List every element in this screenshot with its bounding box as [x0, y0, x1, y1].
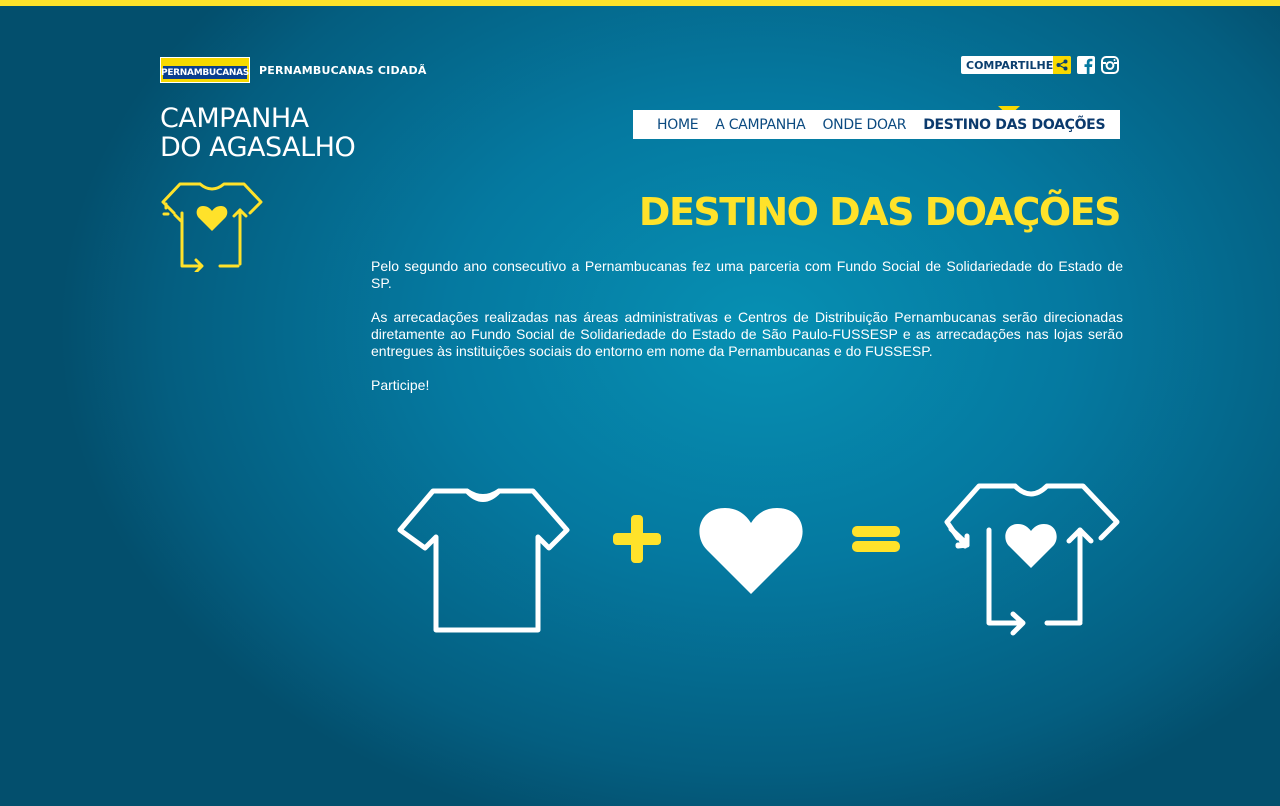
campaign-tshirt-icon: [160, 180, 264, 277]
campaign-title-line-2: DO AGASALHO: [160, 132, 356, 163]
brand-logo[interactable]: PERNAMBUCANAS PERNAMBUCANAS CIDADÃ: [160, 57, 427, 83]
plus-icon: [613, 515, 661, 563]
nav-item-onde-doar[interactable]: ONDE DOAR: [822, 117, 906, 133]
top-accent-bar: [0, 0, 1280, 6]
recycle-heart-icon: [1005, 524, 1057, 568]
nav-item-a-campanha[interactable]: A CAMPANHA: [715, 117, 805, 133]
page-content: Pelo segundo ano consecutivo a Pernambuc…: [371, 258, 1123, 411]
share-icon: [1053, 56, 1071, 74]
share-button[interactable]: COMPARTILHE: [961, 56, 1071, 74]
campaign-title: CAMPANHA DO AGASALHO: [160, 104, 400, 162]
nav-item-destino-das-doacoes[interactable]: DESTINO DAS DOAÇÕES: [923, 117, 1105, 133]
page-title: DESTINO DAS DOAÇÕES: [638, 190, 1122, 234]
instagram-icon[interactable]: [1101, 56, 1119, 74]
tshirt-icon: [397, 488, 570, 633]
equals-icon: [852, 526, 900, 552]
donation-equation-graphic: [397, 483, 1120, 636]
content-paragraph-3: Participe!: [371, 377, 430, 393]
content-paragraph-1: Pelo segundo ano consecutivo a Pernambuc…: [371, 258, 1123, 291]
pernambucanas-logo-box: PERNAMBUCANAS: [160, 57, 250, 83]
share-bar: COMPARTILHE: [961, 56, 1119, 74]
brand-subtitle: PERNAMBUCANAS CIDADÃ: [259, 63, 427, 77]
heart-icon: [699, 508, 803, 594]
logo-text: PERNAMBUCANAS: [161, 66, 249, 79]
content-paragraph-2: As arrecadações realizadas nas áreas adm…: [371, 309, 1123, 359]
nav-item-home[interactable]: HOME: [657, 117, 699, 133]
share-label: COMPARTILHE: [966, 58, 1054, 72]
campaign-title-line-1: CAMPANHA: [160, 103, 309, 134]
facebook-icon[interactable]: [1077, 56, 1095, 74]
main-nav: HOME A CAMPANHA ONDE DOAR DESTINO DAS DO…: [633, 110, 1120, 139]
